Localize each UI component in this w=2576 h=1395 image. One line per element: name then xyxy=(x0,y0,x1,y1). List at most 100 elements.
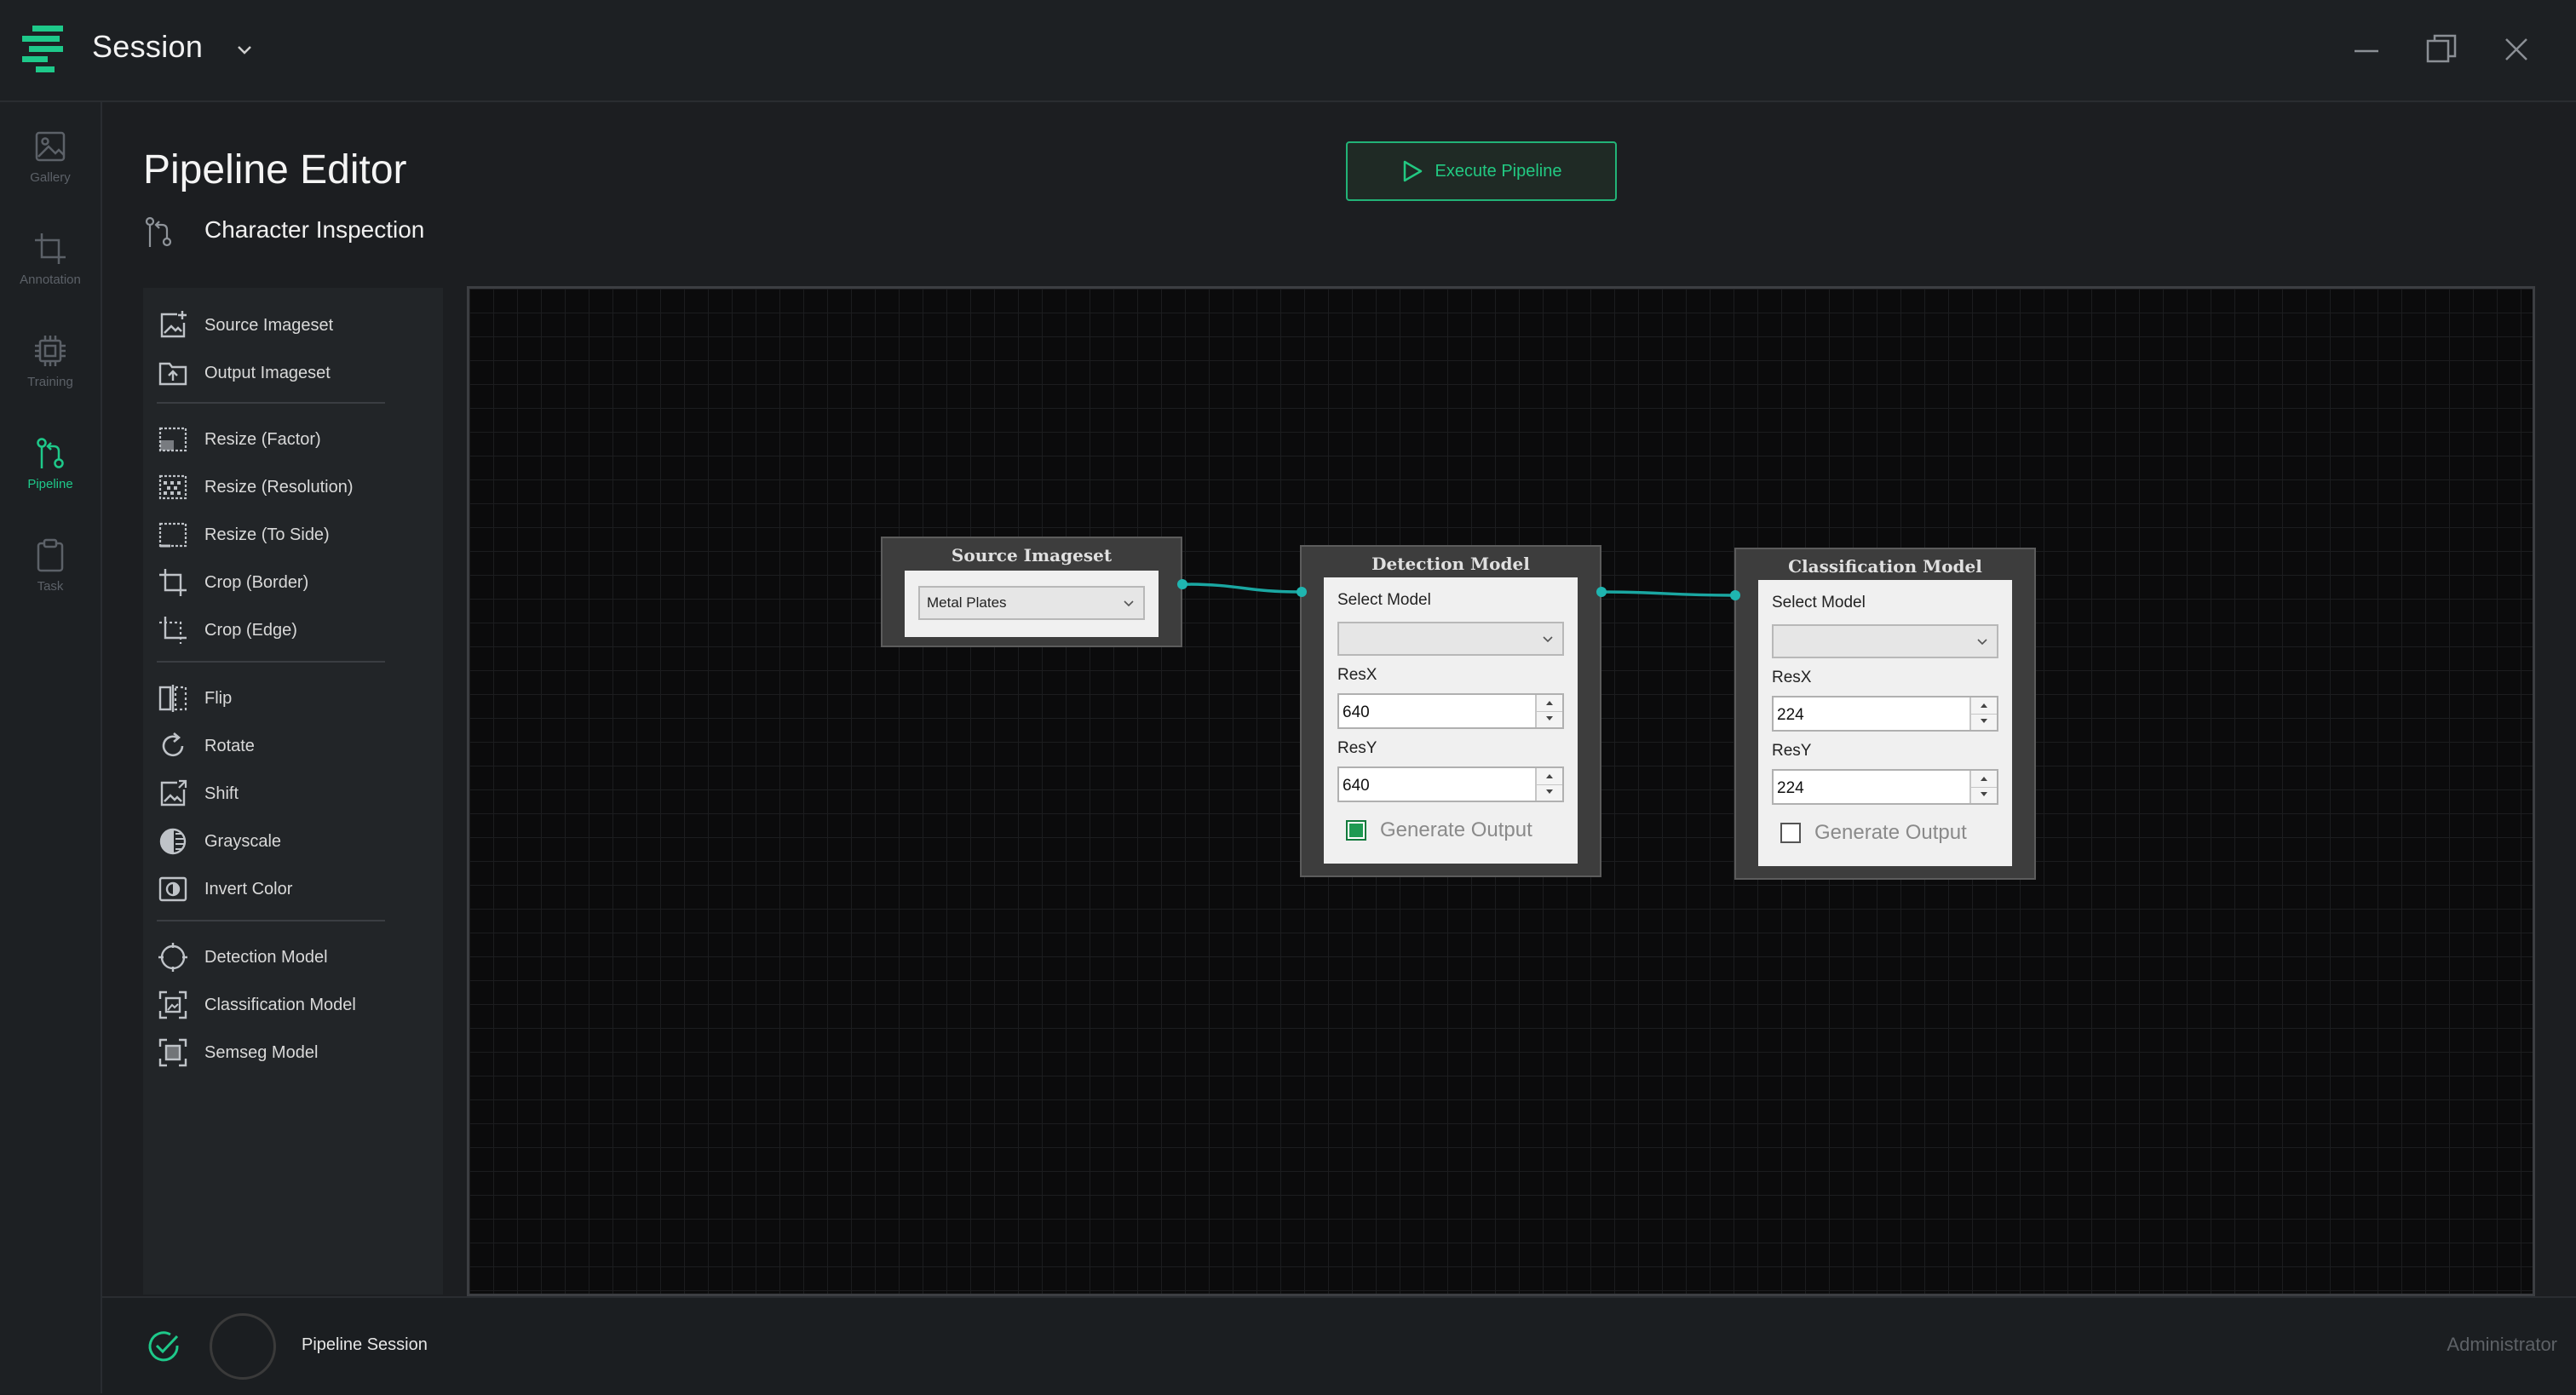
palette-divider xyxy=(157,920,385,921)
palette-item-label: Invert Color xyxy=(204,879,293,898)
resy-stepper[interactable]: 640 xyxy=(1337,766,1564,802)
resy-value: 640 xyxy=(1343,777,1370,795)
palette-item-crop-edge[interactable]: Crop (Edge) xyxy=(157,611,297,649)
increment-button[interactable] xyxy=(1971,698,1997,715)
decrement-button[interactable] xyxy=(1537,784,1562,801)
palette-item-grayscale[interactable]: Grayscale xyxy=(157,823,281,860)
pipeline-icon xyxy=(37,438,64,468)
palette-item-rotate[interactable]: Rotate xyxy=(157,727,255,765)
folder-output-icon xyxy=(158,362,187,386)
chip-icon xyxy=(35,336,66,366)
session-title[interactable]: Session xyxy=(92,29,203,65)
palette-item-semseg-model[interactable]: Semseg Model xyxy=(157,1034,318,1071)
node-classification-model[interactable]: Classification Model Select Model ResX 2… xyxy=(1734,548,2036,880)
generate-output-toggle[interactable]: Generate Output xyxy=(1346,816,1532,845)
resx-stepper[interactable]: 640 xyxy=(1337,693,1564,729)
nav-label: Training xyxy=(27,375,73,389)
chevron-down-icon[interactable] xyxy=(233,39,256,61)
model-select[interactable] xyxy=(1772,624,1998,658)
palette-item-source-imageset[interactable]: Source Imageset xyxy=(157,307,333,344)
palette-item-resize-resolution[interactable]: Resize (Resolution) xyxy=(157,468,354,506)
caret-up-icon xyxy=(1546,701,1553,705)
generate-output-checkbox[interactable] xyxy=(1346,820,1366,841)
spin-buttons xyxy=(1969,771,1997,803)
palette-divider xyxy=(157,661,385,663)
generate-output-label: Generate Output xyxy=(1380,818,1532,841)
palette-item-flip[interactable]: Flip xyxy=(157,680,232,717)
palette-item-label: Output Imageset xyxy=(204,363,331,382)
increment-button[interactable] xyxy=(1537,768,1562,785)
node-detection-model[interactable]: Detection Model Select Model ResX 640 Re… xyxy=(1300,545,1601,877)
palette-item-invert-color[interactable]: Invert Color xyxy=(157,870,292,908)
palette-item-classification-model[interactable]: Classification Model xyxy=(157,986,356,1024)
nav-label: Gallery xyxy=(30,170,71,185)
palette-item-output-imageset[interactable]: Output Imageset xyxy=(157,354,331,392)
output-port[interactable] xyxy=(1596,587,1607,597)
input-port[interactable] xyxy=(1730,590,1740,600)
flip-icon xyxy=(158,685,187,712)
resy-value: 224 xyxy=(1777,779,1804,797)
nav-item-annotation[interactable]: Annotation xyxy=(0,230,101,312)
node-palette: Source Imageset Output Imageset Resize (… xyxy=(143,288,443,1295)
decrement-button[interactable] xyxy=(1971,714,1997,730)
nav-item-training[interactable]: Training xyxy=(0,332,101,414)
execute-pipeline-button[interactable]: Execute Pipeline xyxy=(1346,141,1617,201)
palette-item-crop-border[interactable]: Crop (Border) xyxy=(157,564,308,601)
palette-item-label: Resize (To Side) xyxy=(204,525,330,544)
restore-window-icon[interactable] xyxy=(2423,31,2460,68)
nav-label: Annotation xyxy=(20,273,81,287)
increment-button[interactable] xyxy=(1971,771,1997,788)
nav-item-pipeline[interactable]: Pipeline xyxy=(0,434,101,516)
node-title: Detection Model xyxy=(1371,554,1530,574)
palette-item-resize-factor[interactable]: Resize (Factor) xyxy=(157,421,321,458)
model-select[interactable] xyxy=(1337,622,1564,656)
node-source-imageset[interactable]: Source Imageset Metal Plates xyxy=(881,537,1182,647)
palette-item-shift[interactable]: Shift xyxy=(157,775,239,812)
node-body: Metal Plates xyxy=(905,571,1159,637)
resx-stepper[interactable]: 224 xyxy=(1772,696,1998,732)
crop-edge-icon xyxy=(159,617,187,644)
app-logo-icon xyxy=(22,26,63,72)
minimize-icon[interactable] xyxy=(2348,31,2385,68)
resize-factor-icon xyxy=(158,427,187,452)
chevron-down-icon xyxy=(1543,636,1553,643)
imageset-select[interactable]: Metal Plates xyxy=(918,586,1145,620)
user-name[interactable]: Administrator xyxy=(2447,1334,2557,1356)
palette-item-label: Shift xyxy=(204,784,239,803)
close-icon[interactable] xyxy=(2498,31,2535,68)
output-port[interactable] xyxy=(1177,579,1187,589)
resy-label: ResY xyxy=(1337,739,1377,757)
nav-item-task[interactable]: Task xyxy=(0,537,101,618)
palette-item-resize-to-side[interactable]: Resize (To Side) xyxy=(157,516,330,554)
select-model-label: Select Model xyxy=(1772,594,1866,611)
node-body: Select Model ResX 224 ResY 224 Generate … xyxy=(1758,580,2012,866)
status-text: Pipeline Session xyxy=(302,1335,428,1354)
generate-output-checkbox[interactable] xyxy=(1780,823,1801,843)
palette-item-label: Detection Model xyxy=(204,947,328,967)
nav-item-gallery[interactable]: Gallery xyxy=(0,128,101,210)
pipeline-icon xyxy=(145,216,172,247)
nav-label: Pipeline xyxy=(27,477,73,491)
crop-icon xyxy=(35,233,66,264)
decrement-button[interactable] xyxy=(1971,787,1997,803)
play-icon xyxy=(1403,160,1422,182)
status-spinner xyxy=(210,1313,276,1380)
resy-stepper[interactable]: 224 xyxy=(1772,769,1998,805)
image-icon xyxy=(35,131,66,162)
palette-item-label: Source Imageset xyxy=(204,315,334,335)
spin-buttons xyxy=(1535,768,1562,801)
pipeline-name[interactable]: Character Inspection xyxy=(204,216,424,244)
palette-item-label: Resize (Factor) xyxy=(204,429,321,449)
caret-down-icon xyxy=(1981,792,1987,796)
decrement-button[interactable] xyxy=(1537,711,1562,727)
palette-item-detection-model[interactable]: Detection Model xyxy=(157,939,328,976)
palette-item-label: Resize (Resolution) xyxy=(204,477,354,497)
palette-item-label: Rotate xyxy=(204,736,255,755)
status-bar xyxy=(102,1296,2576,1395)
detection-icon xyxy=(158,943,187,972)
palette-item-label: Grayscale xyxy=(204,831,282,851)
input-port[interactable] xyxy=(1297,587,1307,597)
generate-output-toggle[interactable]: Generate Output xyxy=(1780,818,1967,847)
increment-button[interactable] xyxy=(1537,695,1562,712)
resy-label: ResY xyxy=(1772,742,1812,760)
